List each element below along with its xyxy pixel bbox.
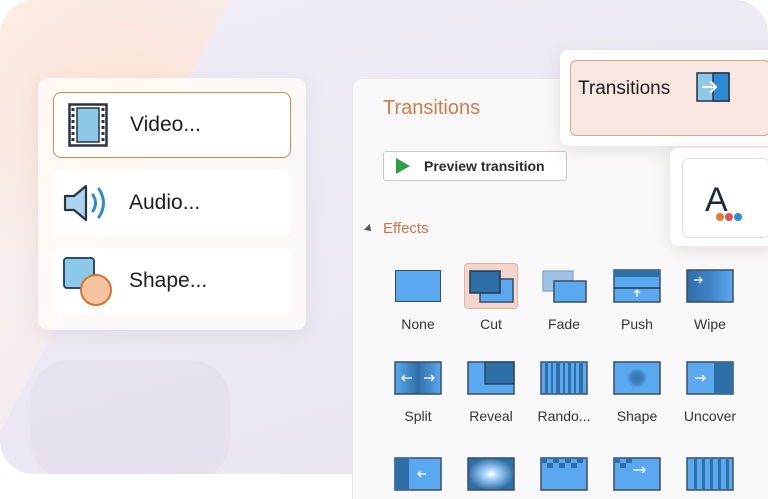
speaker-icon <box>59 175 115 231</box>
effect-none-thumb <box>395 270 441 302</box>
effect-uncover-thumb <box>686 361 734 395</box>
play-icon <box>396 158 410 174</box>
shapes-icon <box>59 253 115 309</box>
transitions-tab-card[interactable]: Transitions <box>560 50 768 146</box>
insert-video-item[interactable]: Video... <box>53 92 291 158</box>
effect-random-bars[interactable]: Rando... <box>533 355 595 424</box>
insert-video-label: Video... <box>130 113 201 136</box>
effect-row3-4[interactable] <box>606 451 668 497</box>
insert-shape-label: Shape... <box>129 269 208 292</box>
effect-push-thumb <box>613 269 661 303</box>
effect-name: Shape <box>616 408 658 424</box>
effect-row3-3-thumb <box>540 457 588 491</box>
effect-reveal[interactable]: Reveal <box>460 355 522 424</box>
effect-name: Rando... <box>537 408 591 424</box>
effect-fade-thumb <box>542 270 587 303</box>
effect-split[interactable]: Split <box>387 355 449 424</box>
effect-fade[interactable]: Fade <box>533 263 595 332</box>
transitions-panel-title: Transitions <box>383 97 481 119</box>
transitions-icon <box>696 72 730 107</box>
effect-random-bars-thumb <box>540 361 588 395</box>
effect-row3-1[interactable] <box>387 451 449 497</box>
effect-row3-2[interactable] <box>460 451 522 497</box>
insert-shape-item[interactable]: Shape... <box>53 248 291 314</box>
preview-transition-label: Preview transition <box>424 158 545 174</box>
effect-name: Fade <box>548 316 580 332</box>
effect-push[interactable]: Push <box>606 263 668 332</box>
effects-header-label: Effects <box>383 220 429 237</box>
insert-audio-item[interactable]: Audio... <box>53 170 291 236</box>
insert-menu: Video... Audio... Shape... <box>38 78 306 330</box>
svg-text:A: A <box>705 181 728 219</box>
effect-name: Uncover <box>683 408 737 424</box>
effect-name: Reveal <box>469 408 513 424</box>
effects-section-header[interactable]: Effects <box>364 220 429 237</box>
animations-tab-card[interactable]: A <box>670 148 768 246</box>
effect-uncover[interactable]: Uncover <box>679 355 741 424</box>
effect-row3-1-thumb <box>394 457 442 491</box>
effect-wipe[interactable]: Wipe <box>679 263 741 332</box>
transitions-tab-label: Transitions <box>578 78 671 99</box>
effect-name: None <box>401 316 435 332</box>
animation-letter-icon: A <box>705 181 742 221</box>
effect-cut-thumb <box>469 270 514 303</box>
effect-shape[interactable]: Shape <box>606 355 668 424</box>
animations-tab-box: A <box>682 158 768 238</box>
effect-row3-5-thumb <box>686 457 734 491</box>
effect-name: Split <box>404 408 432 424</box>
insert-audio-label: Audio... <box>129 191 201 214</box>
effect-name: Wipe <box>694 316 726 332</box>
effect-row3-2-thumb <box>467 457 515 491</box>
effect-reveal-thumb <box>467 361 515 395</box>
preview-transition-button[interactable]: Preview transition <box>383 151 567 181</box>
effect-name: Cut <box>480 316 502 332</box>
effect-row3-3[interactable] <box>533 451 595 497</box>
video-film-icon <box>60 97 116 153</box>
effect-shape-thumb <box>613 361 661 395</box>
collapse-triangle-icon <box>364 223 374 234</box>
effect-none[interactable]: None <box>387 263 449 332</box>
effect-wipe-thumb <box>686 269 734 303</box>
effect-cut[interactable]: Cut <box>460 263 522 332</box>
effect-split-thumb <box>394 361 442 395</box>
background-shape <box>30 360 230 474</box>
effect-row3-4-thumb <box>613 457 661 491</box>
effect-row3-5[interactable] <box>679 451 741 497</box>
effect-name: Push <box>621 316 653 332</box>
